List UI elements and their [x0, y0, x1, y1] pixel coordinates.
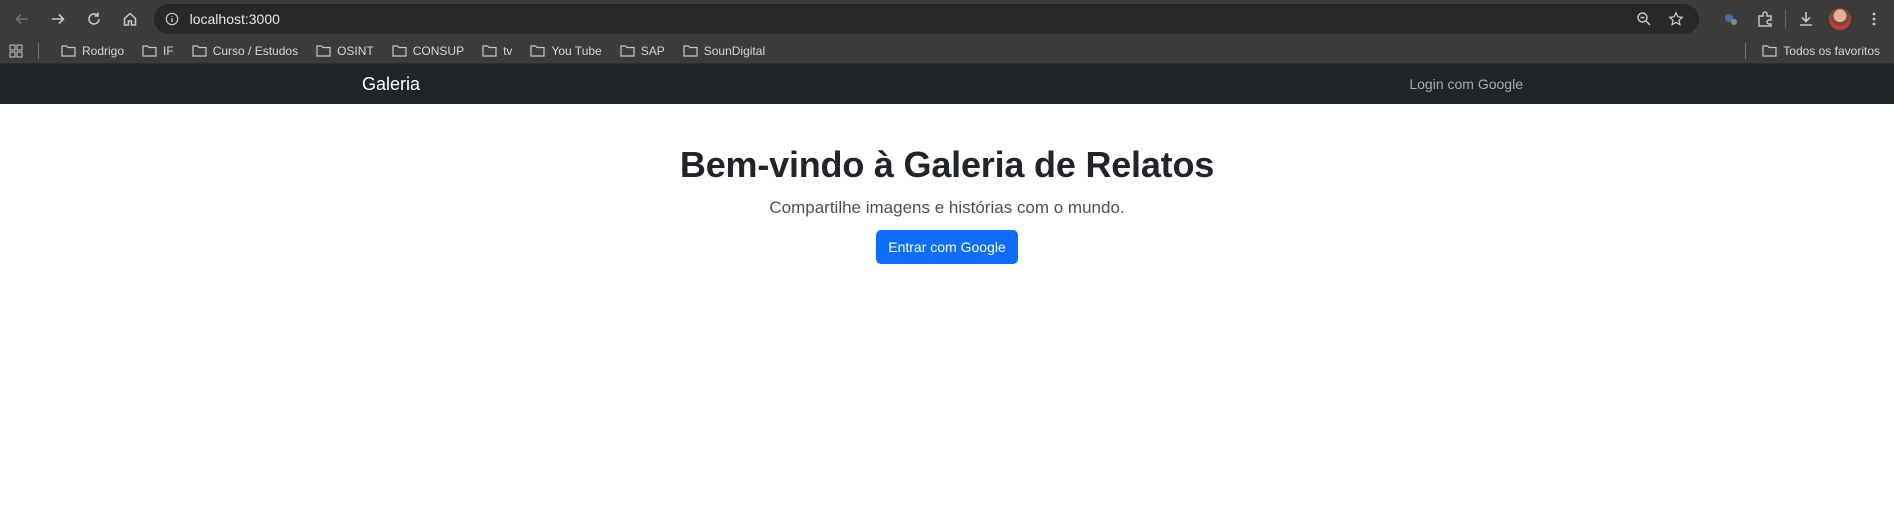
address-bar[interactable]: localhost:3000	[153, 4, 1700, 34]
bookmark-folder-soundigital[interactable]: SounDigital	[675, 40, 773, 62]
bookmark-label: CONSUP	[412, 43, 465, 58]
all-bookmarks-label: Todos os favoritos	[1783, 43, 1880, 58]
profile-avatar[interactable]	[1826, 5, 1854, 33]
login-google-link[interactable]: Login com Google	[1409, 76, 1523, 92]
folder-icon	[620, 45, 635, 57]
app-navbar: Galeria Login com Google	[0, 64, 1894, 104]
bookmarks-right: Todos os favoritos	[1745, 40, 1888, 62]
folder-icon	[482, 45, 497, 57]
star-icon[interactable]	[1663, 6, 1689, 32]
arrow-right-icon	[51, 13, 65, 25]
page-title: Bem-vindo à Galeria de Relatos	[679, 144, 1215, 185]
folder-icon	[316, 45, 331, 57]
bookmark-folder-youtube[interactable]: You Tube	[522, 40, 609, 62]
main-content: Bem-vindo à Galeria de Relatos Compartil…	[0, 104, 1894, 264]
url-text[interactable]: localhost:3000	[190, 11, 1625, 27]
bookmark-label: You Tube	[551, 43, 602, 58]
folder-icon	[392, 45, 407, 57]
site-info-icon[interactable]	[162, 9, 182, 29]
reload-icon	[88, 12, 100, 25]
bookmark-folder-consup[interactable]: CONSUP	[384, 40, 472, 62]
bookmark-label: IF	[163, 43, 174, 58]
bookmark-folder-sap[interactable]: SAP	[612, 40, 673, 62]
folder-icon	[530, 45, 546, 57]
bookmark-folder-rodrigo[interactable]: Rodrigo	[53, 40, 132, 62]
all-bookmarks-button[interactable]: Todos os favoritos	[1754, 40, 1888, 62]
reload-button[interactable]	[78, 3, 110, 35]
folder-icon	[142, 45, 157, 57]
folder-icon	[61, 45, 76, 57]
back-button[interactable]	[6, 3, 38, 35]
forward-button[interactable]	[42, 3, 74, 35]
avatar	[1829, 8, 1852, 30]
navbar-brand[interactable]: Galeria	[362, 74, 420, 95]
home-button[interactable]	[114, 3, 146, 35]
apps-grid-icon[interactable]	[6, 41, 26, 61]
bookmark-separator	[38, 42, 39, 59]
folder-icon	[683, 45, 698, 57]
bookmark-label: Rodrigo	[82, 43, 125, 58]
bookmark-label: SAP	[640, 43, 665, 58]
extension-dot-icon[interactable]	[1717, 5, 1745, 33]
menu-kebab-icon[interactable]	[1860, 5, 1888, 33]
bookmark-folder-osint[interactable]: OSINT	[308, 40, 382, 62]
download-icon[interactable]	[1792, 5, 1820, 33]
bookmark-label: Curso / Estudos	[212, 43, 299, 58]
bookmark-separator	[1745, 42, 1747, 59]
google-signin-button[interactable]: Entrar com Google	[876, 230, 1018, 264]
folder-icon	[1762, 45, 1777, 57]
browser-toolbar: localhost:3000	[0, 0, 1894, 38]
browser-right-tools	[1717, 5, 1888, 33]
bookmark-folder-if[interactable]: IF	[134, 40, 182, 62]
folder-icon	[192, 45, 207, 57]
bookmarks-bar: Rodrigo IF Curso / Estudos OSINT CONSUP …	[0, 38, 1894, 64]
bookmark-label: SounDigital	[703, 43, 766, 58]
bookmark-folder-tv[interactable]: tv	[474, 40, 520, 62]
toolbar-separator	[1785, 10, 1787, 28]
bookmark-folder-curso-estudos[interactable]: Curso / Estudos	[184, 40, 306, 62]
bookmark-label: tv	[503, 43, 513, 58]
extensions-puzzle-icon[interactable]	[1751, 5, 1779, 33]
page-subtitle: Compartilhe imagens e histórias com o mu…	[769, 198, 1125, 217]
zoom-icon[interactable]	[1631, 6, 1657, 32]
home-icon	[123, 12, 136, 26]
arrow-left-icon	[15, 13, 28, 25]
bookmark-label: OSINT	[337, 43, 374, 58]
